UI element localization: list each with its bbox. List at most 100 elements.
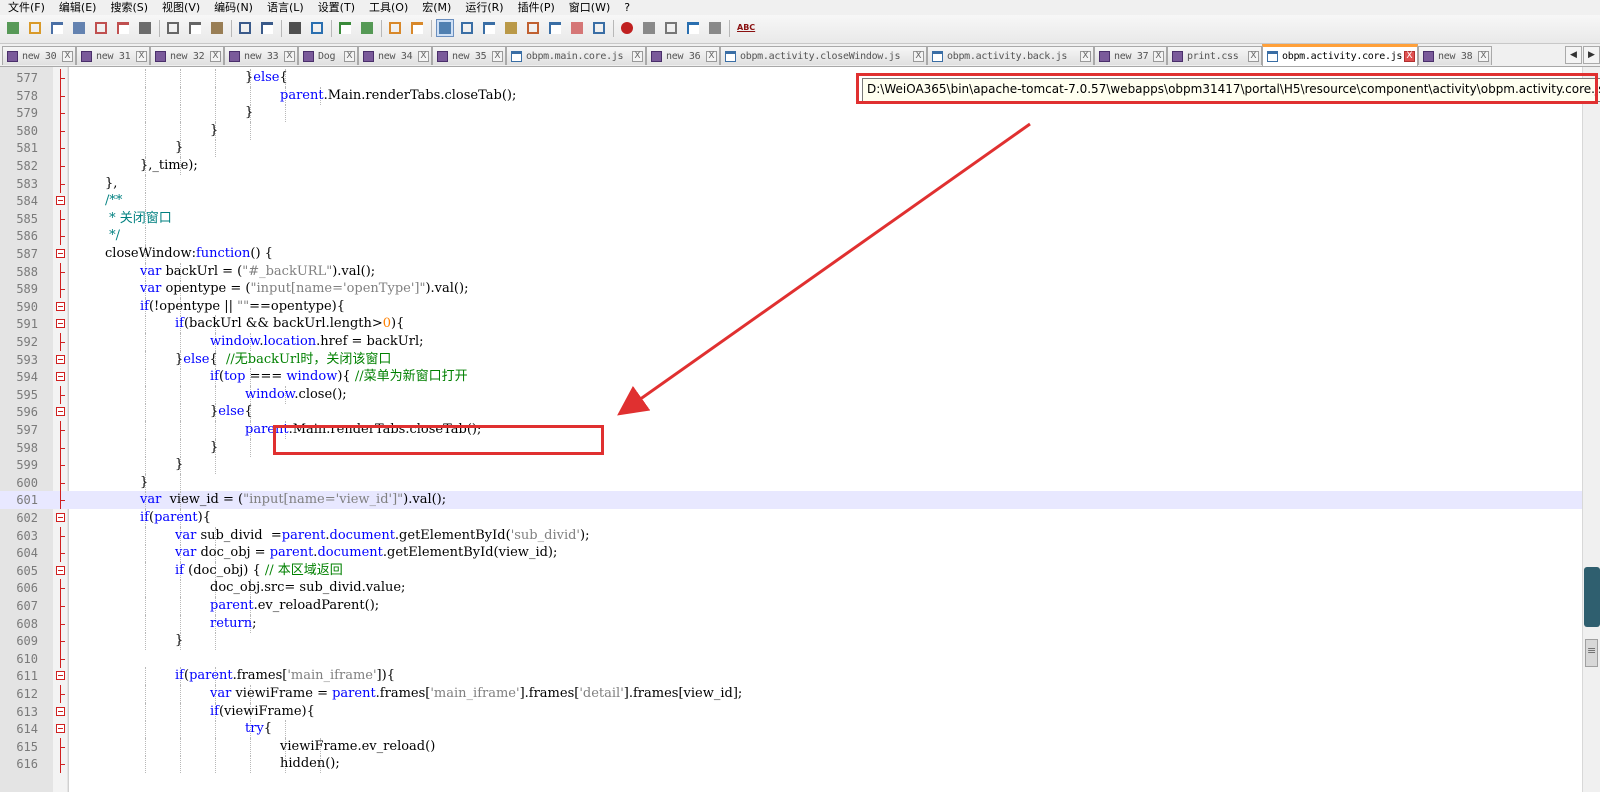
menu-item[interactable]: 编码(N): [206, 0, 259, 15]
fold-toggle-icon[interactable]: [56, 565, 65, 575]
close-icon[interactable]: [92, 19, 110, 37]
menu-item[interactable]: 编辑(E): [51, 0, 103, 15]
tab-close-icon[interactable]: X: [1404, 51, 1415, 62]
fold-toggle-icon[interactable]: [56, 407, 65, 417]
tab-new-38[interactable]: new 38 X: [1418, 46, 1492, 65]
code-line[interactable]: 583},: [0, 174, 1582, 193]
tab-close-icon[interactable]: X: [1153, 50, 1164, 62]
menu-item[interactable]: 搜索(S): [102, 0, 154, 15]
open-file-icon[interactable]: [26, 19, 44, 37]
tab-new-37[interactable]: new 37 X: [1094, 46, 1167, 65]
tab-new-33[interactable]: new 33 X: [224, 46, 298, 65]
fold-toggle-icon[interactable]: [56, 249, 65, 258]
tab-obpm-activity-back-js[interactable]: obpm.activity.back.js X: [927, 46, 1094, 65]
menu-item[interactable]: 文件(F): [0, 0, 51, 15]
tab-close-icon[interactable]: X: [1080, 50, 1091, 62]
word-wrap-icon[interactable]: [436, 19, 454, 37]
show-all-chars-icon[interactable]: [458, 19, 476, 37]
zoom-in-icon[interactable]: [336, 19, 354, 37]
menu-item[interactable]: 设置(T): [310, 0, 361, 15]
code-line[interactable]: 603 var sub_divid =parent.document.getEle…: [0, 526, 1582, 545]
code-line[interactable]: 598}: [0, 438, 1582, 457]
tab-close-icon[interactable]: X: [632, 50, 643, 62]
menu-item[interactable]: 插件(P): [510, 0, 561, 15]
code-line[interactable]: 611 if(parent.frames['main_iframe']){: [0, 667, 1582, 686]
replace-icon[interactable]: [308, 19, 326, 37]
menu-item[interactable]: 工具(O): [361, 0, 414, 15]
code-line[interactable]: 606 doc_obj.src= sub_divid.value;: [0, 579, 1582, 598]
scroll-thumb[interactable]: [1585, 639, 1598, 667]
tab-close-icon[interactable]: X: [284, 50, 295, 62]
cut-icon[interactable]: [164, 19, 182, 37]
tab-new-34[interactable]: new 34 X: [358, 46, 432, 65]
fold-toggle-icon[interactable]: [56, 706, 65, 716]
print-icon[interactable]: [136, 19, 154, 37]
save-all-icon[interactable]: [70, 19, 88, 37]
tab-close-icon[interactable]: X: [344, 50, 355, 62]
function-list-icon[interactable]: [546, 19, 564, 37]
code-line[interactable]: 597 parent.Main.renderTabs.closeTab();: [0, 421, 1582, 439]
code-line[interactable]: 581}: [0, 139, 1582, 158]
code-line[interactable]: 579}: [0, 104, 1582, 123]
fold-toggle-icon[interactable]: [56, 301, 65, 311]
code-line[interactable]: 580}: [0, 121, 1582, 140]
menu-item[interactable]: 窗口(W): [561, 0, 616, 15]
code-line[interactable]: 616 hidden();: [0, 755, 1582, 774]
save-icon[interactable]: [48, 19, 66, 37]
copy-icon[interactable]: [186, 19, 204, 37]
save-macro-icon[interactable]: [706, 19, 724, 37]
indent-guide-icon[interactable]: [480, 19, 498, 37]
tab-close-icon[interactable]: X: [913, 50, 924, 62]
code-line[interactable]: 584 /**: [0, 192, 1582, 211]
sync-horizontal-icon[interactable]: [408, 19, 426, 37]
code-line[interactable]: 591 if(backUrl && backUrl.length>0){: [0, 315, 1582, 334]
tab-new-30[interactable]: new 30 X: [2, 46, 76, 65]
code-line[interactable]: 607 parent.ev_reloadParent();: [0, 597, 1582, 615]
new-file-icon[interactable]: [4, 19, 22, 37]
code-line[interactable]: 586 */: [0, 227, 1582, 246]
code-line[interactable]: 605 if (doc_obj) { // 本区域返回: [0, 561, 1582, 580]
user-defined-language-icon[interactable]: [502, 19, 520, 37]
code-line[interactable]: 613 if(viewiFrame){: [0, 702, 1582, 721]
menu-item[interactable]: ?: [616, 0, 636, 15]
code-line[interactable]: 609}: [0, 632, 1582, 651]
tab-obpm-main-core-js[interactable]: obpm.main.core.js X: [506, 46, 646, 65]
tab-close-icon[interactable]: X: [210, 50, 221, 62]
tab-close-icon[interactable]: X: [418, 50, 429, 62]
code-line[interactable]: 588 var backUrl = ("#_backURL").val();: [0, 262, 1582, 281]
fold-toggle-icon[interactable]: [56, 724, 65, 734]
code-line[interactable]: 601 var view_id = ("input[name='view_id']…: [0, 491, 1582, 510]
code-line[interactable]: 602 if(parent){: [0, 509, 1582, 527]
fold-toggle-icon[interactable]: [56, 319, 65, 329]
undo-icon[interactable]: [236, 19, 254, 37]
tab-close-icon[interactable]: X: [706, 50, 717, 62]
menu-item[interactable]: 语言(L): [259, 0, 310, 15]
tab-close-icon[interactable]: X: [492, 50, 503, 62]
paste-icon[interactable]: [208, 19, 226, 37]
tab-print-css[interactable]: print.css X: [1167, 46, 1262, 65]
run-macro-multiple-icon[interactable]: [684, 19, 702, 37]
fold-toggle-icon[interactable]: [56, 513, 65, 522]
fold-toggle-icon[interactable]: [56, 671, 65, 681]
spell-check-icon[interactable]: ABC: [734, 19, 755, 37]
tab-close-icon[interactable]: X: [136, 50, 147, 62]
code-line[interactable]: 590 if(!opentype || ""==opentype){: [0, 297, 1582, 316]
stop-record-icon[interactable]: [640, 19, 658, 37]
tab-new-31[interactable]: new 31 X: [76, 46, 150, 65]
monitoring-icon[interactable]: [590, 19, 608, 37]
code-line[interactable]: 594 if(top === window){ //菜单为新窗口打开: [0, 368, 1582, 387]
code-line[interactable]: 595 window.close();: [0, 385, 1582, 404]
close-all-icon[interactable]: [114, 19, 132, 37]
tab-scroll-right-icon[interactable]: ▶: [1583, 46, 1600, 64]
code-line[interactable]: 608 return;: [0, 614, 1582, 633]
code-line[interactable]: 610: [0, 649, 1582, 668]
tab-new-35[interactable]: new 35 X: [432, 46, 506, 65]
menu-item[interactable]: 运行(R): [457, 0, 509, 15]
tab-scroll-left-icon[interactable]: ◀: [1565, 46, 1582, 64]
record-macro-icon[interactable]: [618, 19, 636, 37]
code-line[interactable]: 604 var doc_obj = parent.document.getElem…: [0, 544, 1582, 563]
tab-dog[interactable]: Dog X: [298, 46, 358, 65]
code-editor[interactable]: 577}else{578 parent.Main.renderTabs.close…: [0, 67, 1600, 792]
code-line[interactable]: 587 closeWindow:function() {: [0, 245, 1582, 263]
folder-as-workspace-icon[interactable]: [568, 19, 586, 37]
